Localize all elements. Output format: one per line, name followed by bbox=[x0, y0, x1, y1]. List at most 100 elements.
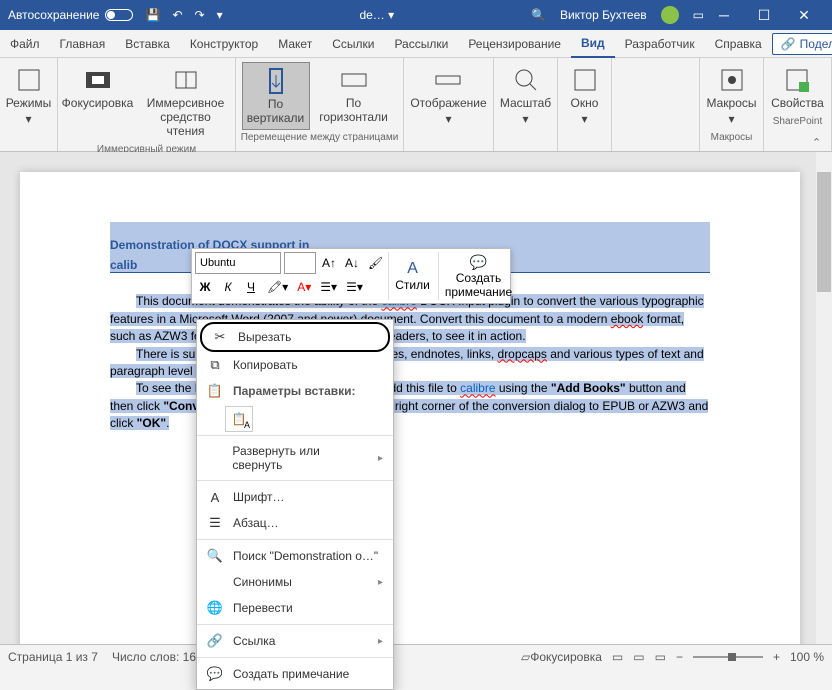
window-button[interactable]: Окно▾ bbox=[560, 62, 610, 130]
scissors-icon: ✂ bbox=[212, 329, 228, 345]
close-button[interactable]: ✕ bbox=[784, 0, 824, 30]
toggle-icon[interactable] bbox=[105, 9, 133, 21]
immersive-reader-button[interactable]: Иммерсивное средство чтения bbox=[137, 62, 235, 142]
styles-button[interactable]: A Стили bbox=[388, 252, 436, 300]
ctx-copy[interactable]: ⧉ Копировать bbox=[197, 352, 393, 378]
scrollbar-thumb[interactable] bbox=[817, 172, 831, 292]
tab-insert[interactable]: Вставка bbox=[115, 30, 180, 58]
properties-button[interactable]: Свойства bbox=[765, 62, 830, 114]
vertical-icon bbox=[262, 67, 290, 95]
maximize-button[interactable]: ☐ bbox=[744, 0, 784, 30]
zoom-in-button[interactable]: + bbox=[773, 650, 780, 664]
search-icon[interactable]: 🔍 bbox=[531, 8, 546, 22]
undo-icon[interactable]: ↶ bbox=[172, 8, 182, 22]
numbering-button[interactable]: ☰▾ bbox=[343, 276, 366, 298]
window-icon bbox=[571, 66, 599, 94]
font-icon: A bbox=[207, 489, 223, 505]
horizontal-button[interactable]: По горизонтали bbox=[310, 62, 398, 130]
link-icon: 🔗 bbox=[207, 633, 223, 649]
zoom-slider[interactable] bbox=[693, 656, 763, 658]
view-web-icon[interactable]: ▭ bbox=[655, 650, 666, 664]
focus-button[interactable]: Фокусировка bbox=[59, 62, 137, 142]
ribbon: Режимы▾ Фокусировка Иммерсивное средство… bbox=[0, 58, 832, 152]
shrink-font-button[interactable]: A↓ bbox=[342, 252, 362, 274]
ribbon-tabs: Файл Главная Вставка Конструктор Макет С… bbox=[0, 30, 832, 58]
context-menu: ✂ Вырезать ⧉ Копировать 📋 Параметры вста… bbox=[196, 319, 394, 690]
grow-font-button[interactable]: A↑ bbox=[319, 252, 339, 274]
italic-button[interactable]: К bbox=[218, 276, 238, 298]
zoom-level[interactable]: 100 % bbox=[790, 650, 824, 664]
ctx-expand-collapse[interactable]: Развернуть или свернуть ▸ bbox=[197, 439, 393, 477]
tab-help[interactable]: Справка bbox=[705, 30, 772, 58]
chevron-right-icon: ▸ bbox=[378, 453, 383, 464]
ctx-translate[interactable]: 🌐 Перевести bbox=[197, 595, 393, 621]
book-icon bbox=[172, 66, 200, 94]
ctx-font[interactable]: A Шрифт… bbox=[197, 484, 393, 510]
font-color-button[interactable]: A▾ bbox=[294, 276, 314, 298]
tab-home[interactable]: Главная bbox=[50, 30, 116, 58]
tab-layout[interactable]: Макет bbox=[268, 30, 322, 58]
display-button[interactable]: Отображение▾ bbox=[404, 62, 492, 130]
mini-toolbar: A↑ A↓ 🖌 Ж К Ч 🖍▾ A▾ ☰▾ ☰▾ A Стили 💬 Созд… bbox=[191, 248, 511, 304]
tab-developer[interactable]: Разработчик bbox=[615, 30, 705, 58]
focus-mode-button[interactable]: ▱Фокусировка bbox=[521, 650, 602, 664]
paste-keep-text-button[interactable]: 📋 bbox=[225, 406, 253, 432]
ctx-link[interactable]: 🔗 Ссылка ▸ bbox=[197, 628, 393, 654]
comment-icon: 💬 bbox=[470, 254, 487, 271]
tab-review[interactable]: Рецензирование bbox=[458, 30, 571, 58]
chevron-right-icon: ▸ bbox=[378, 636, 383, 647]
autosave-toggle[interactable]: Автосохранение bbox=[8, 8, 133, 22]
bold-button[interactable]: Ж bbox=[195, 276, 215, 298]
font-size-combo[interactable] bbox=[284, 252, 316, 274]
sharepoint-group-label: SharePoint bbox=[773, 114, 822, 129]
share-button[interactable]: 🔗 Поделиться bbox=[772, 33, 832, 55]
avatar[interactable] bbox=[661, 6, 679, 24]
user-name[interactable]: Виктор Бухтеев bbox=[560, 8, 647, 22]
ctx-synonyms[interactable]: Синонимы ▸ bbox=[197, 569, 393, 595]
vertical-scrollbar[interactable] bbox=[816, 152, 832, 644]
macros-button[interactable]: Макросы▾ bbox=[700, 62, 762, 130]
focus-icon bbox=[84, 66, 112, 94]
page-movement-group-label: Перемещение между страницами bbox=[241, 130, 399, 145]
document-name[interactable]: de… ▾ bbox=[223, 8, 531, 22]
horizontal-icon bbox=[340, 66, 368, 94]
redo-icon[interactable]: ↷ bbox=[195, 8, 205, 22]
tab-references[interactable]: Ссылки bbox=[322, 30, 384, 58]
styles-icon: A bbox=[407, 260, 418, 278]
tab-mailings[interactable]: Рассылки bbox=[384, 30, 458, 58]
save-icon[interactable]: 💾 bbox=[145, 8, 160, 22]
clipboard-icon: 📋 bbox=[232, 412, 247, 426]
page-indicator[interactable]: Страница 1 из 7 bbox=[8, 650, 98, 664]
modes-button[interactable]: Режимы▾ bbox=[0, 62, 57, 130]
ctx-cut[interactable]: ✂ Вырезать bbox=[200, 322, 390, 352]
share-icon: 🔗 bbox=[781, 37, 796, 51]
collapse-ribbon-icon[interactable]: ⌃ bbox=[812, 136, 826, 150]
zoom-out-button[interactable]: − bbox=[676, 650, 683, 664]
view-read-icon[interactable]: ▭ bbox=[612, 650, 623, 664]
ribbon-options-icon[interactable]: ▭ bbox=[693, 8, 704, 22]
status-bar: Страница 1 из 7 Число слов: 1639 📖 англи… bbox=[0, 644, 832, 668]
zoom-button[interactable]: Масштаб▾ bbox=[494, 62, 557, 130]
font-family-combo[interactable] bbox=[195, 252, 281, 274]
format-painter-button[interactable]: 🖌 bbox=[365, 252, 386, 274]
zoom-icon bbox=[512, 66, 540, 94]
page[interactable]: Demonstration of DOCX support in calib T… bbox=[20, 172, 800, 644]
comment-icon: 💬 bbox=[207, 666, 223, 682]
underline-button[interactable]: Ч bbox=[241, 276, 261, 298]
ctx-new-comment[interactable]: 💬 Создать примечание bbox=[197, 661, 393, 687]
tab-design[interactable]: Конструктор bbox=[180, 30, 268, 58]
ctx-paragraph[interactable]: ☰ Абзац… bbox=[197, 510, 393, 536]
vertical-button[interactable]: По вертикали bbox=[242, 62, 310, 130]
ctx-paste-options-label: 📋 Параметры вставки: bbox=[197, 378, 393, 404]
minimize-button[interactable]: ─ bbox=[704, 0, 744, 30]
view-print-icon[interactable]: ▭ bbox=[633, 650, 644, 664]
ctx-smart-lookup[interactable]: 🔍 Поиск "Demonstration o…" bbox=[197, 543, 393, 569]
word-count[interactable]: Число слов: 1639 bbox=[112, 650, 209, 664]
bullets-button[interactable]: ☰▾ bbox=[317, 276, 340, 298]
new-comment-button[interactable]: 💬 Создать примечание bbox=[438, 252, 518, 300]
tab-view[interactable]: Вид bbox=[571, 30, 615, 58]
highlight-button[interactable]: 🖍▾ bbox=[264, 276, 291, 298]
chevron-right-icon: ▸ bbox=[378, 577, 383, 588]
tab-file[interactable]: Файл bbox=[0, 30, 50, 58]
translate-icon: 🌐 bbox=[207, 600, 223, 616]
